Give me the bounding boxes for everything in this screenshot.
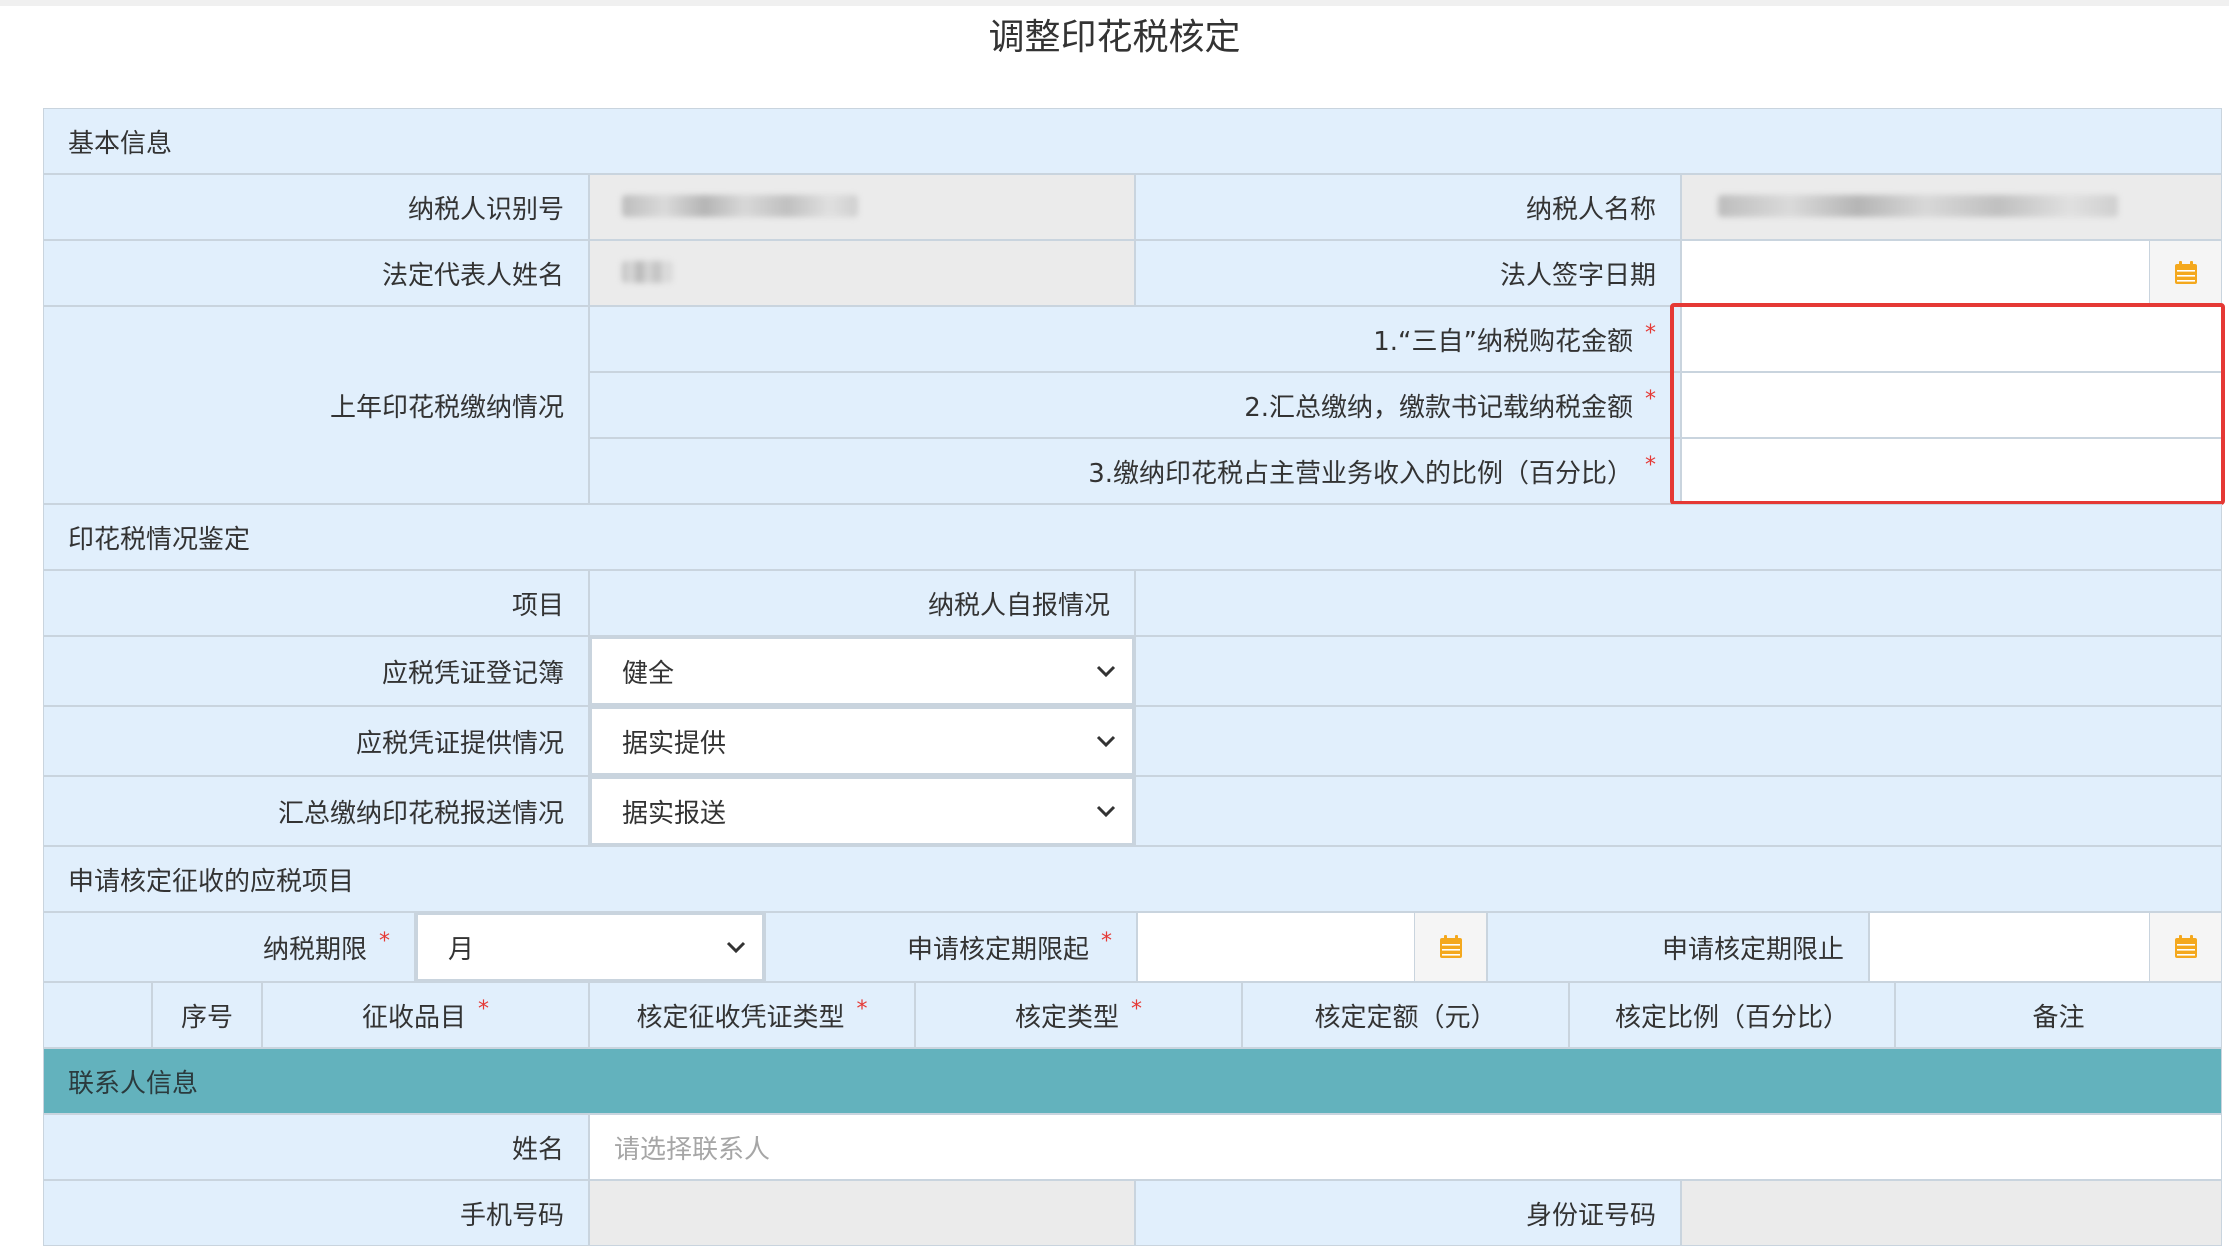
assessment-row-3-label: 汇总缴纳印花税报送情况 [43,776,589,846]
start-date-label: 申请核定期限起 * [765,912,1137,982]
table-header-ratio: 核定比例（百分比） [1569,982,1895,1048]
page-title: 调整印花税核定 [988,17,1241,58]
section-basic-info-title: 基本信息 [68,128,173,159]
end-date-label: 申请核定期限止 [1487,912,1869,982]
period-select[interactable]: 月 [416,913,764,981]
chevron-down-icon [1096,805,1116,818]
period-label: 纳税期限 * [43,912,415,982]
calendar-icon [1439,935,1462,958]
assessment-row-2-cell: 据实提供 [589,706,1135,776]
assessment-row-3-cell: 据实报送 [589,776,1135,846]
id-number-label: 身份证号码 [1135,1180,1681,1246]
table-header-quota: 核定定额（元） [1242,982,1569,1048]
section-basic-info: 基本信息 [43,108,2222,174]
chevron-down-icon [1096,665,1116,678]
required-asterisk: * [1645,386,1656,412]
taxpayer-id-field [589,174,1135,240]
table-header-voucher-type: 核定征收凭证类型 * [589,982,915,1048]
last-year-item-3-label: 3.缴纳印花税占主营业务收入的比例（百分比） * [589,438,1681,504]
stamp-tax-form: 基本信息 纳税人识别号 纳税人名称 法定代表人姓名 法人签字日期 上年印花税缴纳… [43,108,2225,1246]
table-header-seq: 序号 [152,982,262,1048]
ledger-select[interactable]: 健全 [590,637,1134,705]
contact-name-label: 姓名 [43,1114,589,1180]
table-header-checkbox-col [43,982,152,1048]
phone-field [589,1180,1135,1246]
assessment-col-item: 项目 [43,570,589,636]
legal-rep-label: 法定代表人姓名 [43,240,589,306]
contact-name-input[interactable]: 请选择联系人 [589,1114,2222,1180]
last-year-item-1-label: 1.“三自”纳税购花金额 * [589,306,1681,372]
taxpayer-id-redacted [622,195,858,217]
required-asterisk: * [1645,452,1656,478]
required-asterisk: * [1131,996,1142,1022]
phone-label: 手机号码 [43,1180,589,1246]
sign-date-calendar-button[interactable] [2149,241,2221,305]
calendar-icon [2174,261,2197,284]
assessment-row-2-label: 应税凭证提供情况 [43,706,589,776]
start-date-input[interactable] [1137,912,1487,982]
table-header-remark: 备注 [1895,982,2222,1048]
end-date-input[interactable] [1869,912,2222,982]
legal-rep-redacted [622,261,672,283]
chevron-down-icon [1096,735,1116,748]
required-asterisk: * [1101,928,1112,954]
required-asterisk: * [856,996,868,1022]
section-contact: 联系人信息 [43,1048,2222,1114]
required-asterisk: * [1645,320,1656,346]
start-date-calendar-button[interactable] [1414,913,1486,981]
last-year-label: 上年印花税缴纳情况 [43,306,589,504]
sign-date-input[interactable] [1681,240,2222,306]
assessment-row-2-spacer [1135,706,2222,776]
table-header-assess-type: 核定类型 * [915,982,1242,1048]
id-number-field [1681,1180,2222,1246]
summary-report-select[interactable]: 据实报送 [590,777,1134,845]
end-date-calendar-button[interactable] [2149,913,2221,981]
taxpayer-name-field [1681,174,2222,240]
sign-date-label: 法人签字日期 [1135,240,1681,306]
assessment-header-spacer [1135,570,2222,636]
assessment-row-3-spacer [1135,776,2222,846]
required-asterisk: * [478,996,489,1022]
required-asterisk: * [379,928,390,954]
voucher-provision-select[interactable]: 据实提供 [590,707,1134,775]
assessment-col-self-report: 纳税人自报情况 [589,570,1135,636]
section-assessment: 印花税情况鉴定 [43,504,2222,570]
chevron-down-icon [726,941,746,954]
table-header-item: 征收品目 * [262,982,589,1048]
assessment-row-1-spacer [1135,636,2222,706]
legal-rep-field [589,240,1135,306]
taxpayer-id-label: 纳税人识别号 [43,174,589,240]
taxpayer-name-label: 纳税人名称 [1135,174,1681,240]
calendar-icon [2174,935,2197,958]
last-year-item-2-label: 2.汇总缴纳，缴款书记载纳税金额 * [589,372,1681,438]
assessment-row-1-cell: 健全 [589,636,1135,706]
taxpayer-name-redacted [1718,195,2118,217]
period-cell: 月 [415,912,765,982]
assessment-row-1-label: 应税凭证登记簿 [43,636,589,706]
highlight-box [1670,303,2225,505]
section-apply: 申请核定征收的应税项目 [43,846,2222,912]
